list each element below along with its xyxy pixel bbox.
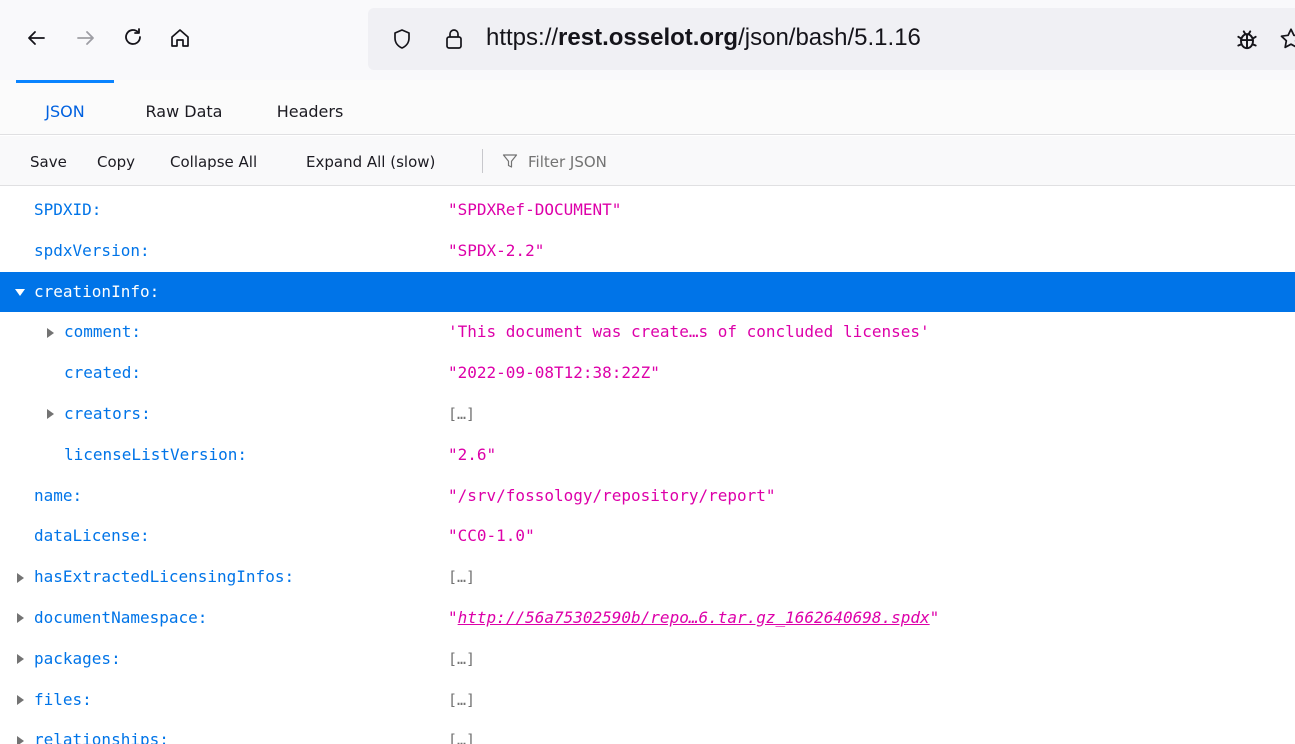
collapsed-triangle-icon[interactable] (14, 639, 26, 680)
tree-array-value: […] (448, 404, 476, 423)
tree-string-value: "/srv/fossology/repository/report" (448, 485, 776, 505)
bug-icon[interactable] (1234, 26, 1260, 52)
expand-all-button[interactable]: Expand All (slow) (306, 136, 435, 186)
url-path: /json/bash/5.1.16 (738, 24, 921, 51)
home-icon (171, 29, 189, 47)
tree-key: SPDXID: (34, 200, 102, 219)
tree-key: documentNamespace: (34, 607, 208, 627)
tree-array-value: […] (448, 568, 476, 587)
collapsed-triangle-icon[interactable] (44, 312, 56, 353)
collapsed-triangle-icon[interactable] (14, 557, 26, 598)
collapsed-triangle-icon[interactable] (14, 720, 26, 744)
collapsed-triangle-icon[interactable] (14, 680, 26, 721)
tree-key: hasExtractedLicensingInfos: (34, 567, 295, 587)
tree-key: created: (64, 363, 142, 383)
home-button[interactable] (160, 18, 200, 58)
tree-array-value: […] (448, 690, 476, 709)
copy-button[interactable]: Copy (97, 136, 135, 186)
url-host: rest.osselot.org (558, 24, 739, 51)
tree-row[interactable]: creationInfo: (0, 271, 1295, 313)
tree-link-value: "http://56a75302590b/repo…6.tar.gz_16626… (448, 607, 940, 627)
tree-row[interactable]: hasExtractedLicensingInfos: […] (0, 557, 1295, 598)
tree-array-value: […] (448, 731, 476, 744)
reload-button[interactable] (113, 18, 153, 58)
tracking-shield-icon[interactable] (390, 27, 414, 51)
tree-row[interactable]: relationships: […] (0, 720, 1295, 744)
tree-string-value: 'This document was create…s of concluded… (448, 322, 930, 342)
lock-icon[interactable] (442, 27, 466, 51)
save-button[interactable]: Save (30, 136, 67, 186)
tree-key: creationInfo: (34, 281, 160, 301)
tree-row[interactable]: files: […] (0, 680, 1295, 721)
tree-key: name: (34, 485, 83, 505)
url-scheme: https:// (486, 24, 559, 51)
tree-row[interactable]: comment: 'This document was create…s of c… (0, 312, 1295, 353)
tree-row[interactable]: creators: […] (0, 394, 1295, 435)
tab-raw-data[interactable]: Raw Data (124, 80, 244, 135)
address-bar[interactable]: https://rest.osselot.org/json/bash/5.1.1… (368, 8, 1295, 70)
tree-string-value: "2022-09-08T12:38:22Z" (448, 363, 660, 383)
browser-toolbar: https://rest.osselot.org/json/bash/5.1.1… (0, 0, 1295, 80)
tree-row[interactable]: spdxVersion: "SPDX-2.2" (0, 231, 1295, 272)
json-toolbar: Save Copy Collapse All Expand All (slow)… (0, 136, 1295, 186)
tree-key: relationships: (34, 730, 169, 744)
tree-row[interactable]: SPDXID: "SPDXRef-DOCUMENT" (0, 190, 1295, 231)
tree-key: licenseListVersion: (64, 444, 248, 464)
namespace-link[interactable]: http://56a75302590b/repo…6.tar.gz_166264… (458, 608, 930, 627)
filter-icon (502, 154, 518, 168)
viewer-tabs: JSON Raw Data Headers (0, 80, 1295, 135)
tree-key: dataLicense: (34, 526, 150, 546)
tab-json[interactable]: JSON (16, 80, 114, 135)
tab-headers[interactable]: Headers (250, 80, 370, 135)
collapsed-triangle-icon[interactable] (14, 598, 26, 639)
tree-array-value: […] (448, 649, 476, 668)
tree-key: comment: (64, 322, 142, 342)
tree-key: spdxVersion: (34, 240, 150, 260)
collapse-all-button[interactable]: Collapse All (170, 136, 257, 186)
tree-row[interactable]: name: "/srv/fossology/repository/report" (0, 476, 1295, 517)
reload-icon (125, 28, 141, 45)
bookmark-star-icon[interactable] (1278, 26, 1295, 52)
tree-string-value: "SPDXRef-DOCUMENT" (448, 200, 622, 219)
tree-key: creators: (64, 403, 151, 423)
collapsed-triangle-icon[interactable] (44, 394, 56, 435)
url-text[interactable]: https://rest.osselot.org/json/bash/5.1.1… (486, 24, 921, 52)
tree-string-value: "SPDX-2.2" (448, 240, 545, 260)
expanded-triangle-icon[interactable] (14, 272, 26, 313)
json-tree: SPDXID: "SPDXRef-DOCUMENT" spdxVersion: "SP… (0, 190, 1295, 744)
tree-row[interactable]: packages: […] (0, 639, 1295, 680)
toolbar-divider (482, 149, 483, 173)
arrow-right-icon (77, 31, 94, 45)
tree-row[interactable]: documentNamespace: "http://56a75302590b/r… (0, 598, 1295, 639)
tree-row[interactable]: dataLicense: "CC0-1.0" (0, 516, 1295, 557)
arrow-left-icon (28, 31, 45, 45)
tree-string-value: "CC0-1.0" (448, 526, 535, 546)
forward-button[interactable] (66, 18, 106, 58)
filter-json-input[interactable]: Filter JSON (528, 136, 607, 186)
tree-row[interactable]: licenseListVersion: "2.6" (0, 435, 1295, 476)
tree-key: files: (34, 689, 92, 709)
tree-key: packages: (34, 648, 121, 668)
tree-row[interactable]: created: "2022-09-08T12:38:22Z" (0, 353, 1295, 394)
back-button[interactable] (16, 18, 56, 58)
tree-string-value: "2.6" (448, 444, 497, 464)
